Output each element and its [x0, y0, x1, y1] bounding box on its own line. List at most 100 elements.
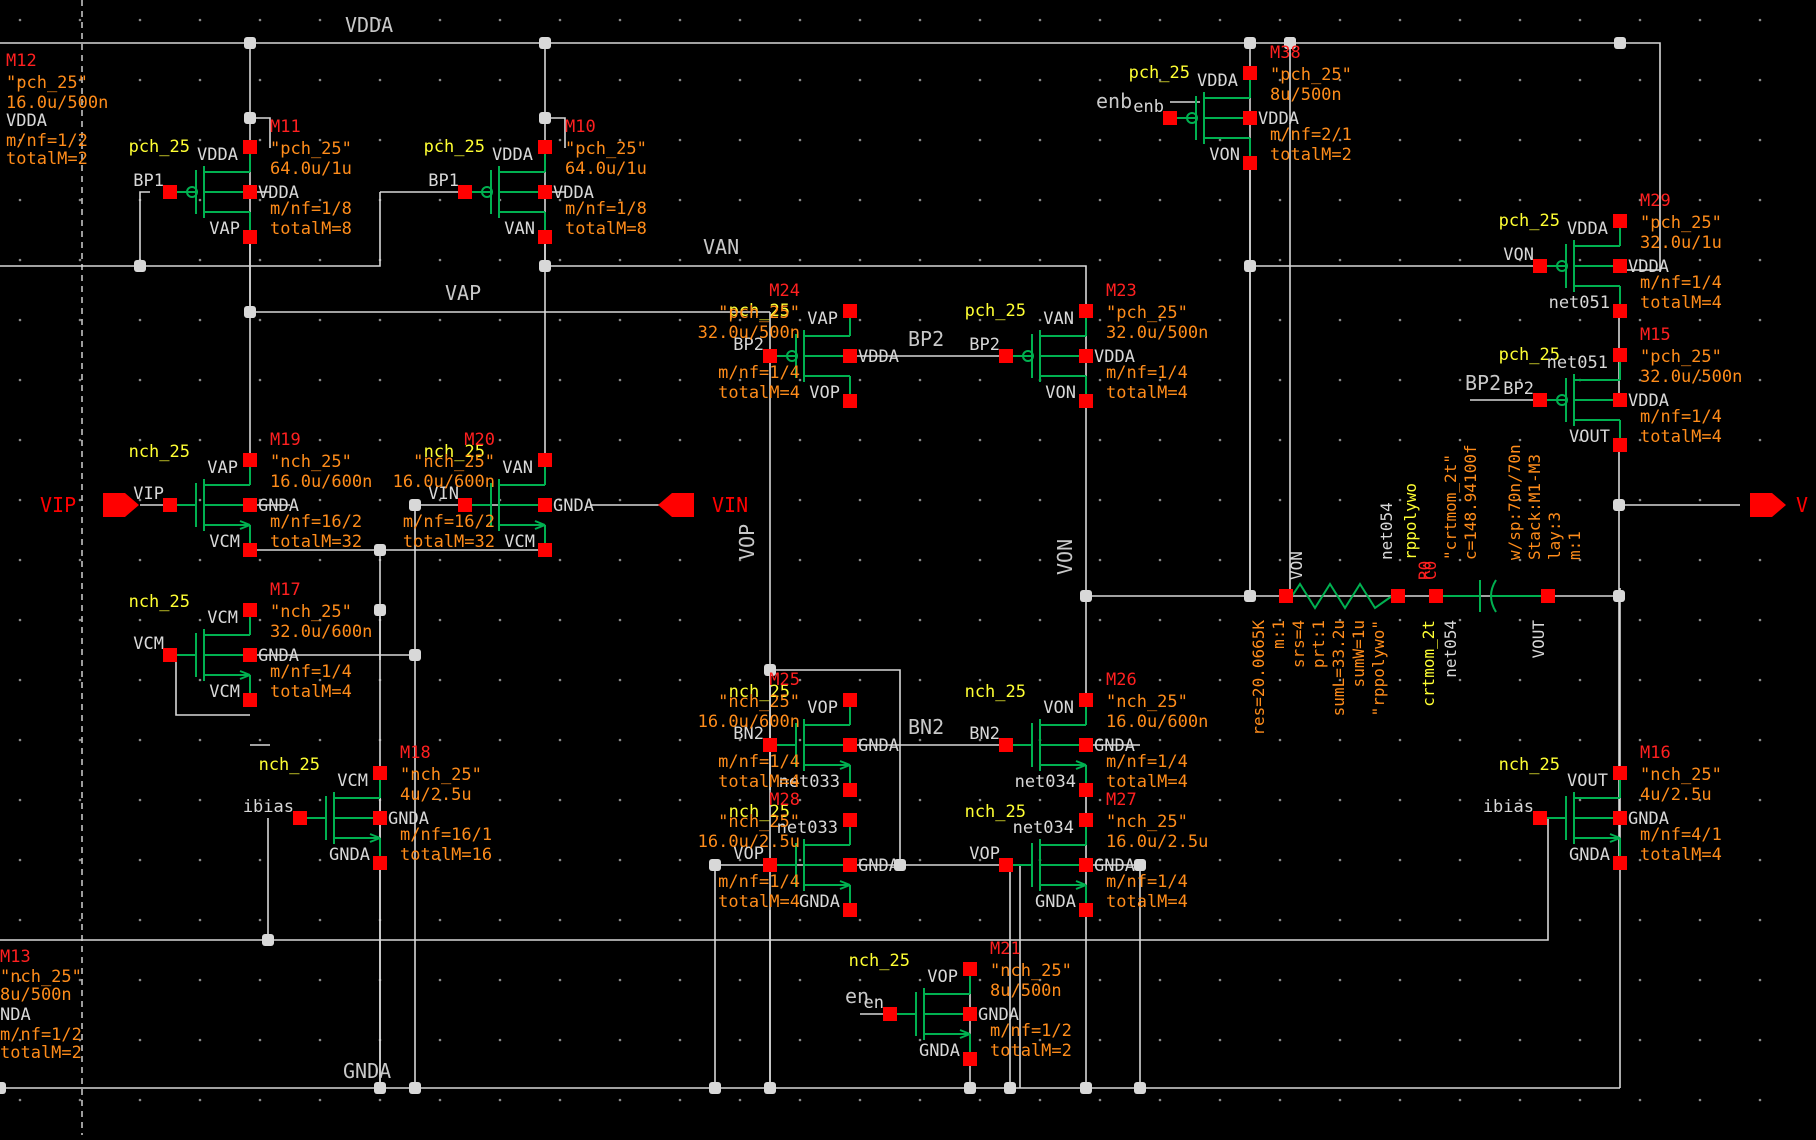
device-mnf: m/nf=1/8 — [270, 199, 352, 219]
schematic-canvas[interactable]: pch_25 VDDA BP1 VDDA VAP M11 "pch_25" 64.0u/1u m… — [0, 0, 1816, 1135]
pin-name: GNDA — [1569, 845, 1610, 865]
pin-marker — [538, 185, 552, 199]
grid-dot — [318, 738, 322, 742]
grid-dot — [1518, 1038, 1522, 1042]
grid-dot — [1158, 918, 1162, 922]
junction-dot — [539, 112, 551, 124]
grid-dot — [18, 558, 22, 562]
device-size: 16.0u/500n — [6, 93, 108, 113]
grid-dot — [798, 1038, 802, 1042]
grid-dot — [498, 138, 502, 142]
grid-dot — [978, 498, 982, 502]
pin-marker — [1079, 738, 1093, 752]
grid-dot — [1578, 798, 1582, 802]
pin-marker — [963, 1007, 977, 1021]
device-total: totalM=2 — [1270, 145, 1352, 165]
junction-dot — [244, 112, 256, 124]
grid-dot — [918, 678, 922, 682]
grid-dot — [978, 978, 982, 982]
grid-dot — [18, 258, 22, 262]
grid-dot — [738, 918, 742, 922]
device-mnf: m/nf=1/4 — [718, 363, 800, 383]
device-total: totalM=4 — [718, 892, 800, 912]
pin-marker — [1079, 394, 1093, 408]
grid-dot — [1038, 798, 1042, 802]
grid-dot — [1518, 198, 1522, 202]
device-model: "pch_25" — [1106, 303, 1188, 323]
grid-dot — [798, 1098, 802, 1102]
pin-marker — [458, 498, 472, 512]
grid-dot — [618, 18, 622, 22]
grid-dot — [858, 1098, 862, 1102]
grid-dot — [1578, 198, 1582, 202]
grid-dot — [1098, 78, 1102, 82]
pin-name: net034 — [1015, 772, 1076, 792]
grid-dot — [978, 1038, 982, 1042]
grid-dot — [438, 678, 442, 682]
grid-dot — [1158, 258, 1162, 262]
device-mnf: m/nf=1/2 — [990, 1021, 1072, 1041]
grid-dot — [858, 558, 862, 562]
grid-dot — [798, 258, 802, 262]
junction-dot — [0, 1082, 6, 1094]
grid-dot — [1398, 18, 1402, 22]
grid-dot — [978, 798, 982, 802]
pin-marker — [1079, 813, 1093, 827]
device-total: totalM=4 — [1640, 845, 1722, 865]
grid-dot — [1338, 798, 1342, 802]
grid-dot — [738, 438, 742, 442]
grid-dot — [1218, 378, 1222, 382]
grid-dot — [498, 798, 502, 802]
grid-dot — [438, 198, 442, 202]
grid-dot — [1098, 258, 1102, 262]
grid-dot — [1398, 198, 1402, 202]
grid-dot — [1038, 438, 1042, 442]
grid-dot — [1458, 798, 1462, 802]
junction-dot — [262, 934, 274, 946]
grid-dot — [1518, 618, 1522, 622]
device-size: 8u/500n — [990, 981, 1062, 1001]
grid-dot — [18, 858, 22, 862]
grid-dot — [1158, 438, 1162, 442]
device-size: 8u/500n — [0, 985, 72, 1005]
grid-dot — [978, 1098, 982, 1102]
pin-marker — [763, 349, 777, 363]
grid-dot — [798, 978, 802, 982]
device-model: "nch_25" — [718, 692, 800, 712]
grid-dot — [918, 978, 922, 982]
grid-dot — [138, 798, 142, 802]
grid-dot — [1698, 198, 1702, 202]
grid-dot — [1158, 558, 1162, 562]
schematic-diagram: pch_25 VDDABP1VDDAVAPM11"pch_25"64.0u/1um… — [0, 0, 1816, 1135]
grid-dot — [78, 918, 82, 922]
pin-name: VAN — [502, 458, 533, 478]
grid-dot — [1098, 498, 1102, 502]
pin-name: net051 — [1549, 293, 1610, 313]
grid-dot — [198, 318, 202, 322]
grid-dot — [438, 78, 442, 82]
grid-dot — [1278, 498, 1282, 502]
grid-dot — [978, 258, 982, 262]
device-mnf: m/nf=1/4 — [1640, 273, 1722, 293]
grid-dot — [318, 18, 322, 22]
pin-marker — [243, 693, 257, 707]
grid-dot — [138, 78, 142, 82]
grid-dot — [1758, 798, 1762, 802]
pin-marker — [1079, 693, 1093, 707]
grid-dot — [18, 618, 22, 622]
grid-dot — [258, 18, 262, 22]
grid-dot — [738, 258, 742, 262]
resistor-prop: sumW=1u — [1349, 620, 1368, 687]
pin-marker — [373, 856, 387, 870]
pin-name: GNDA — [919, 1041, 960, 1061]
grid-dot — [918, 1098, 922, 1102]
device-total: totalM=8 — [270, 219, 352, 239]
grid-dot — [858, 78, 862, 82]
grid-dot — [1278, 1098, 1282, 1102]
grid-dot — [1218, 1098, 1222, 1102]
grid-dot — [258, 558, 262, 562]
grid-dot — [1578, 18, 1582, 22]
device-model: "pch_25" — [1640, 213, 1722, 233]
grid-dot — [858, 978, 862, 982]
grid-dot — [1458, 318, 1462, 322]
